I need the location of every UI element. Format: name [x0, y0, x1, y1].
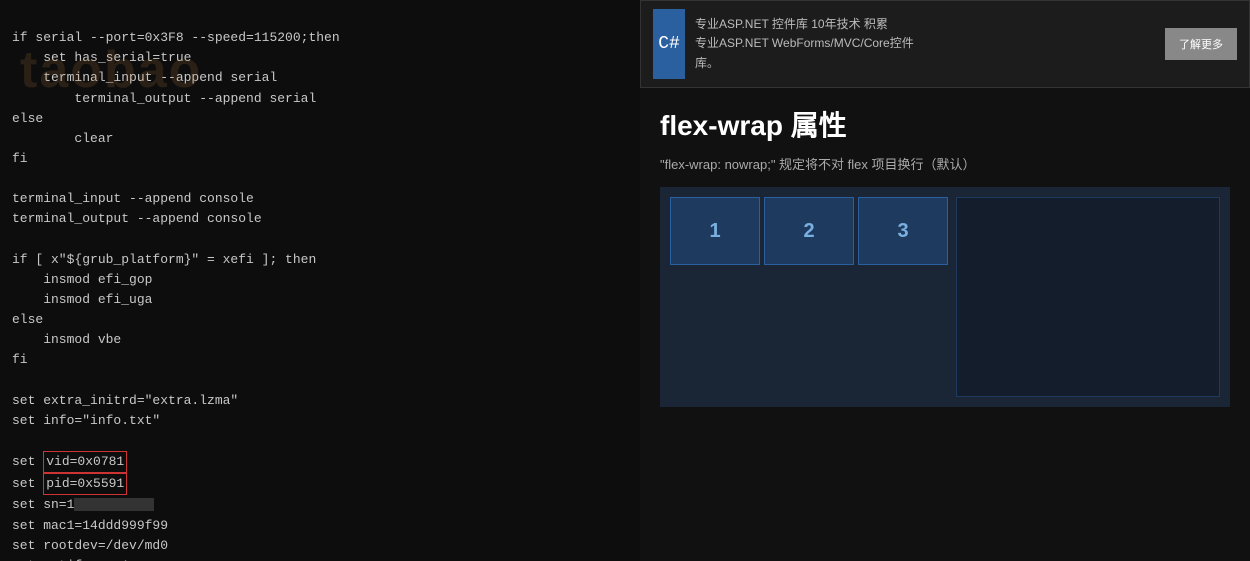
- ad-banner: C# 专业ASP.NET 控件库 10年技术 积累 专业ASP.NET WebF…: [640, 0, 1250, 88]
- code-line-9: terminal_output --append console: [12, 211, 262, 226]
- code-line-11: insmod efi_gop: [12, 272, 152, 287]
- code-line-21: set mac1=14ddd999f99: [12, 518, 168, 533]
- code-line-8: terminal_input --append console: [12, 191, 254, 206]
- flex-column-2: 2: [764, 197, 854, 397]
- ad-line-3: 库。: [695, 54, 1155, 73]
- code-line-2: set has_serial=true: [12, 50, 191, 65]
- code-line-6: clear: [12, 131, 113, 146]
- ad-icon: C#: [653, 9, 685, 79]
- terminal-panel: taobao if serial --port=0x3F8 --speed=11…: [0, 0, 640, 561]
- ad-icon-symbol: C#: [658, 34, 680, 54]
- content-area: flex-wrap 属性 "flex-wrap: nowrap;" 规定将不对 …: [640, 88, 1250, 561]
- code-line-12: insmod efi_uga: [12, 292, 152, 307]
- code-block: if serial --port=0x3F8 --speed=115200;th…: [12, 8, 628, 561]
- flex-demo: 1 2 3: [660, 187, 1230, 407]
- flex-box-2: 2: [764, 197, 854, 265]
- vid-highlight: vid=0x0781: [43, 451, 127, 473]
- code-line-20: set sn=1​: [12, 497, 154, 512]
- terminal-output-label: terminal_output --append serial: [43, 91, 316, 106]
- flex-box-1: 1: [670, 197, 760, 265]
- pid-highlight: pid=0x5591: [43, 473, 127, 495]
- code-line-16: set extra_initrd="extra.lzma": [12, 393, 238, 408]
- code-line-22: set rootdev=/dev/md0: [12, 538, 168, 553]
- code-line-1: if serial --port=0x3F8 --speed=115200;th…: [12, 30, 340, 45]
- code-line-19: set pid=0x5591: [12, 476, 127, 491]
- redacted-sn: ​: [74, 498, 154, 511]
- code-line-4: terminal_output --append serial: [12, 91, 316, 106]
- code-line-15: fi: [12, 352, 28, 367]
- flex-box-3: 3: [858, 197, 948, 265]
- right-panel: C# 专业ASP.NET 控件库 10年技术 积累 专业ASP.NET WebF…: [640, 0, 1250, 561]
- ad-text: 专业ASP.NET 控件库 10年技术 积累 专业ASP.NET WebForm…: [695, 15, 1155, 73]
- flex-column-3: 3: [858, 197, 948, 397]
- code-line-18: set vid=0x0781: [12, 454, 127, 469]
- page-title: flex-wrap 属性: [660, 104, 1230, 144]
- code-line-13: else: [12, 312, 43, 327]
- flex-right-space: [956, 197, 1220, 397]
- code-line-10: if [ x"${grub_platform}" = xefi ]; then: [12, 252, 316, 267]
- code-line-5: else: [12, 111, 43, 126]
- code-line-14: insmod vbe: [12, 332, 121, 347]
- ad-line-2: 专业ASP.NET WebForms/MVC/Core控件: [695, 34, 1155, 53]
- code-line-17: set info="info.txt": [12, 413, 160, 428]
- ad-line-1: 专业ASP.NET 控件库 10年技术 积累: [695, 15, 1155, 34]
- flex-column-1: 1: [670, 197, 760, 397]
- ad-button[interactable]: 了解更多: [1165, 28, 1237, 60]
- subtitle: "flex-wrap: nowrap;" 规定将不对 flex 项目换行（默认）: [660, 154, 1230, 173]
- code-line-7: fi: [12, 151, 28, 166]
- code-line-3: terminal_input --append serial: [12, 70, 277, 85]
